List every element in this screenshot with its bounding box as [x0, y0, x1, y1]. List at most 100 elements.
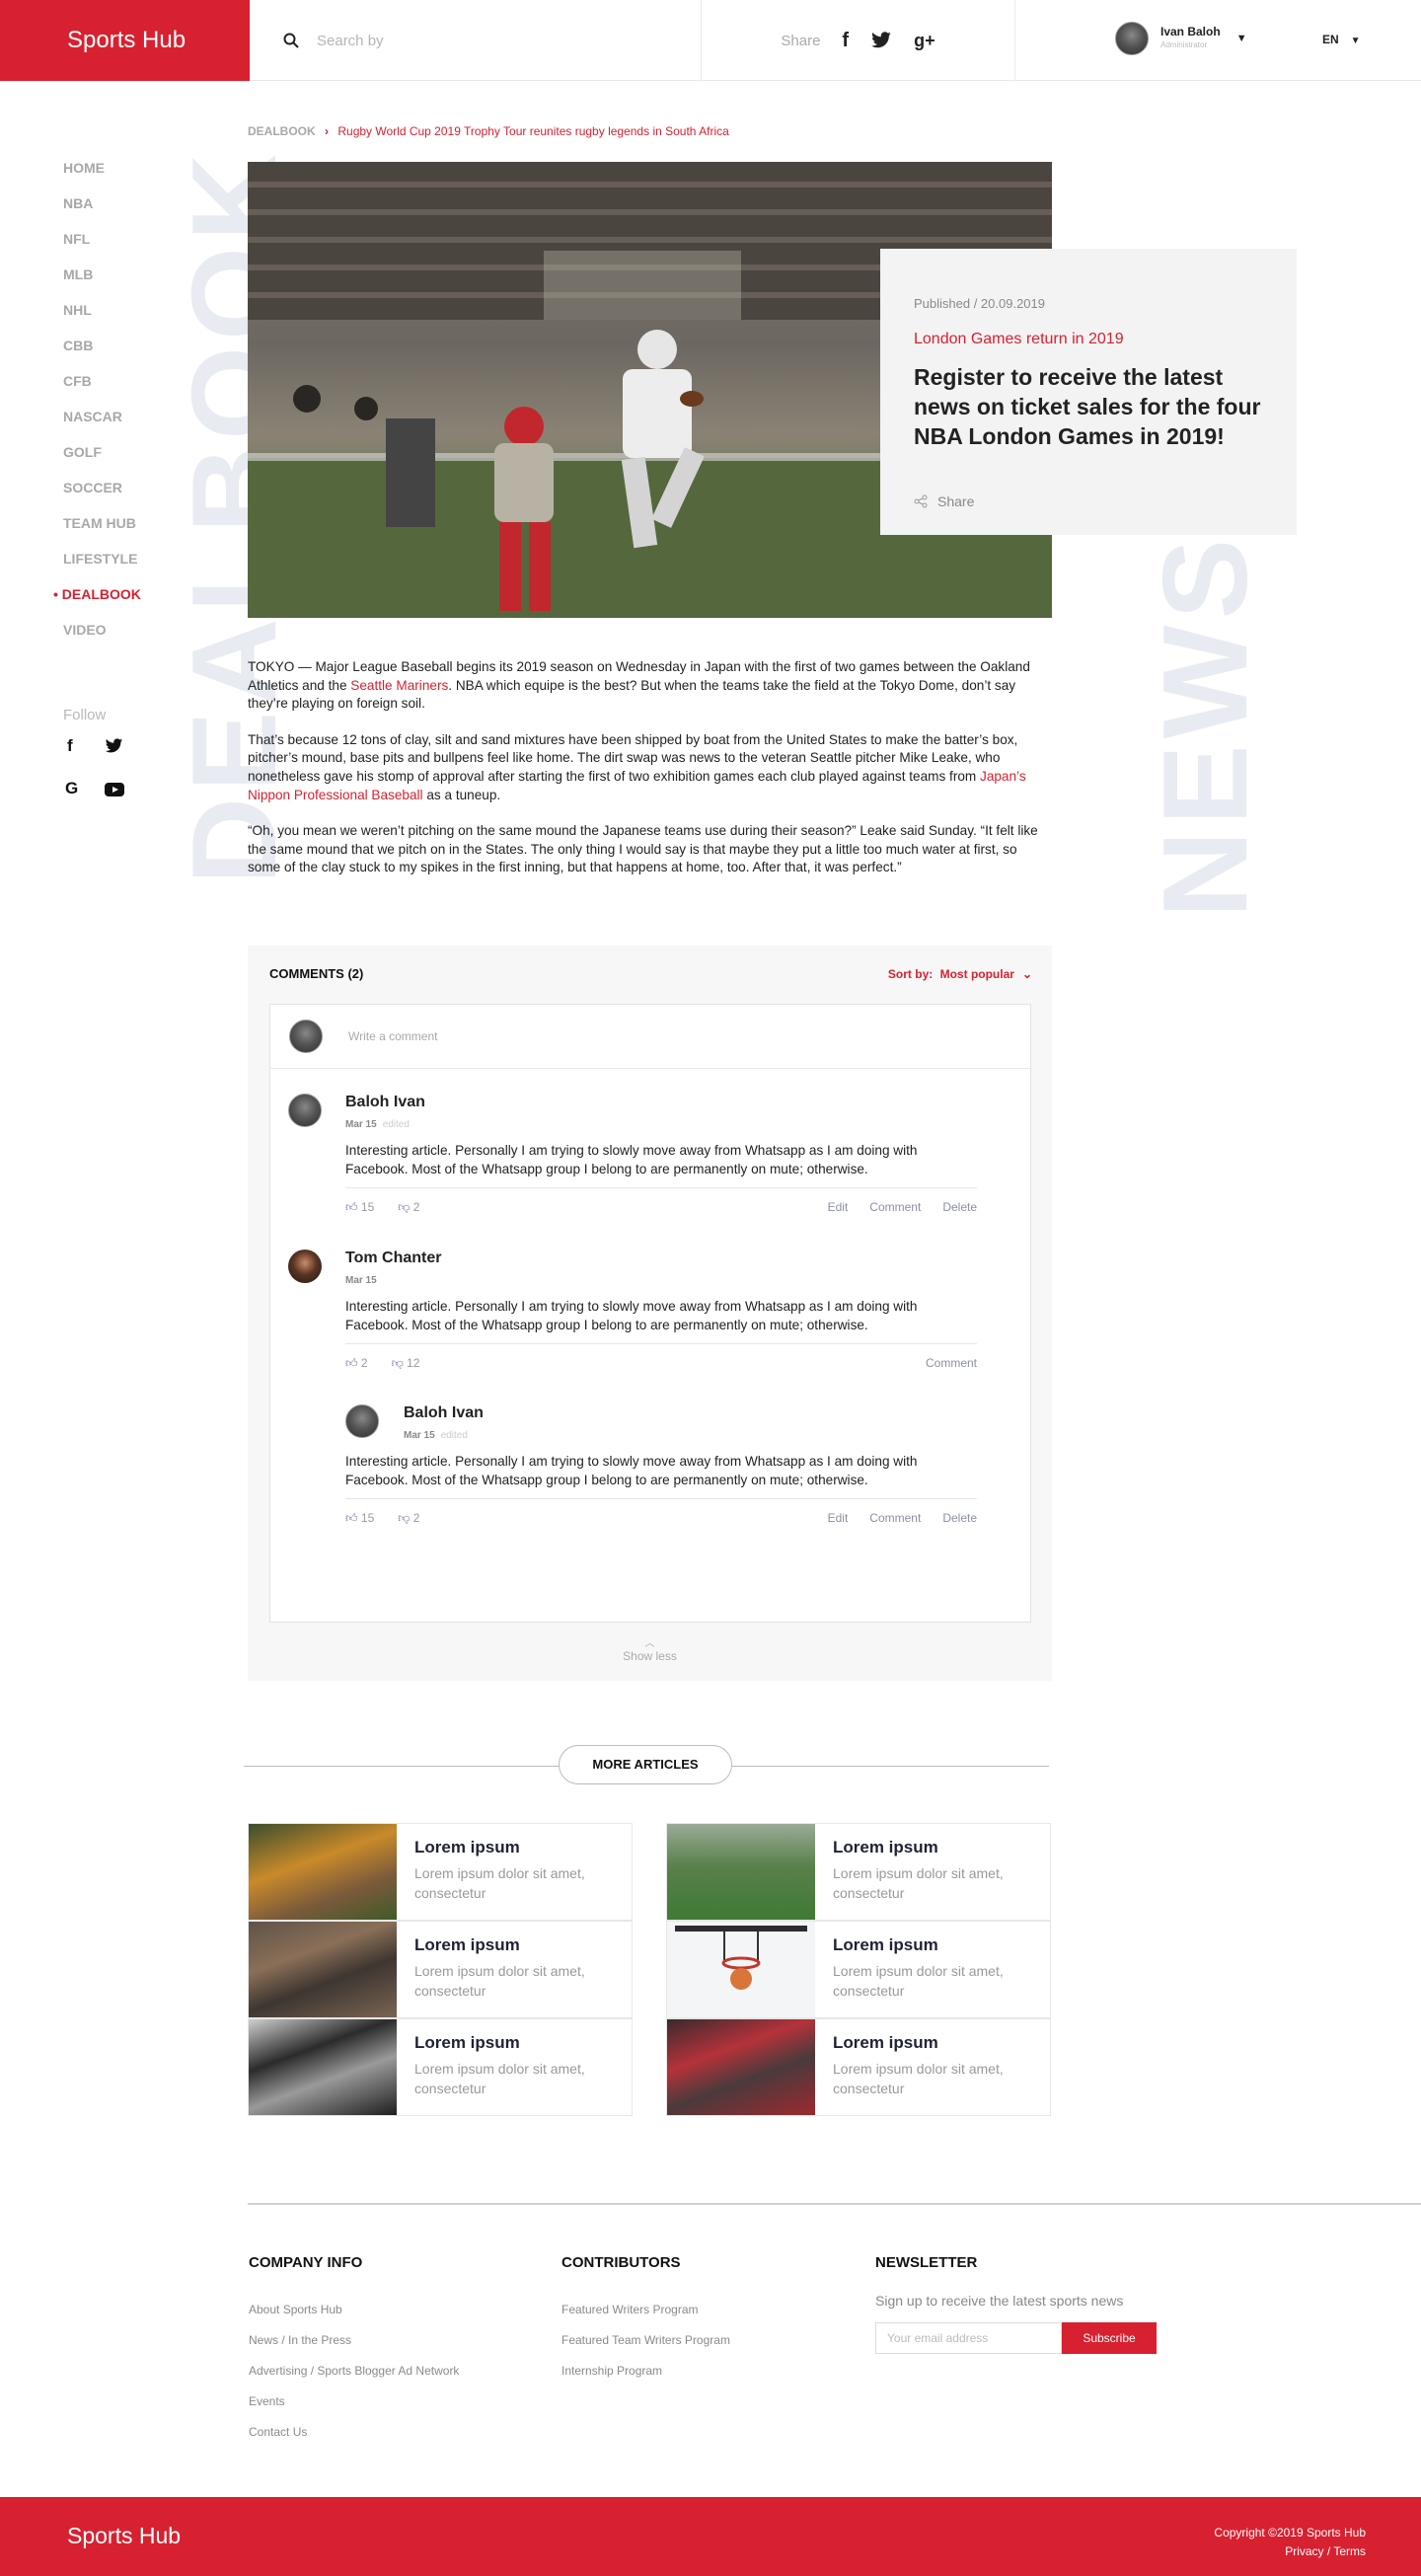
- dislike-count: 12: [407, 1356, 420, 1370]
- comment-author[interactable]: Tom Chanter: [345, 1250, 441, 1267]
- share-bar: Share f g+: [702, 0, 1015, 81]
- watermark-news: NEWS: [1138, 533, 1272, 918]
- article-link[interactable]: Seattle Mariners: [350, 678, 448, 693]
- avatar: [345, 1404, 379, 1438]
- reply-button[interactable]: Comment: [926, 1356, 977, 1370]
- article-title: Lorem ipsum: [833, 2033, 938, 2052]
- avatar: [289, 1020, 323, 1053]
- google-plus-icon[interactable]: g+: [914, 31, 935, 51]
- article-thumbnail: [249, 1922, 397, 2017]
- chevron-up-icon: ︿: [644, 1638, 655, 1649]
- privacy-terms-link[interactable]: Privacy / Terms: [1214, 2542, 1366, 2561]
- article-card[interactable]: Lorem ipsum Lorem ipsum dolor sit amet, …: [248, 2018, 633, 2116]
- comment-text: Interesting article. Personally I am try…: [345, 1143, 918, 1176]
- footer-link[interactable]: Advertising / Sports Blogger Ad Network: [249, 2364, 459, 2378]
- footer-heading: CONTRIBUTORS: [561, 2254, 681, 2271]
- sidebar-item-golf[interactable]: GOLF: [63, 442, 141, 478]
- featured-card[interactable]: Published / 20.09.2019 London Games retu…: [880, 249, 1297, 535]
- sidebar-item-team-hub[interactable]: TEAM HUB: [63, 513, 141, 549]
- dislike-button[interactable]: 👎︎ 12: [392, 1356, 420, 1371]
- header: Sports Hub Search by Share f g+ Ivan Bal…: [0, 0, 1421, 81]
- breadcrumb-parent[interactable]: DEALBOOK: [248, 124, 316, 138]
- twitter-icon[interactable]: [870, 32, 892, 49]
- comment-author[interactable]: Baloh Ivan: [404, 1404, 484, 1422]
- sidebar-item-video[interactable]: VIDEO: [63, 620, 141, 655]
- footer-link[interactable]: News / In the Press: [249, 2333, 351, 2347]
- article-card[interactable]: Lorem ipsum Lorem ipsum dolor sit amet, …: [666, 2018, 1051, 2116]
- divider: [345, 1187, 977, 1188]
- search-input[interactable]: Search by: [317, 33, 384, 49]
- footer-link[interactable]: Events: [249, 2394, 285, 2408]
- more-articles-button[interactable]: MORE ARTICLES: [559, 1745, 732, 1784]
- share-label: Share: [781, 32, 821, 49]
- footer-logo[interactable]: Sports Hub: [67, 2523, 181, 2549]
- sidebar-item-soccer[interactable]: SOCCER: [63, 478, 141, 513]
- edit-button[interactable]: Edit: [828, 1511, 849, 1525]
- dislike-count: 2: [412, 1511, 420, 1525]
- user-name: Ivan Baloh: [1160, 25, 1221, 38]
- delete-button[interactable]: Delete: [942, 1200, 977, 1214]
- footer-heading: NEWSLETTER: [875, 2254, 978, 2271]
- sort-dropdown[interactable]: Sort by: Most popular ⌄: [888, 967, 1032, 981]
- write-comment[interactable]: Write a comment: [270, 1005, 1030, 1069]
- reply-button[interactable]: Comment: [869, 1200, 921, 1214]
- sidebar-item-mlb[interactable]: MLB: [63, 265, 141, 300]
- article-thumbnail: [667, 1824, 815, 1920]
- dislike-button[interactable]: 👎︎ 2: [398, 1511, 419, 1526]
- basketball-hoop-photo: [675, 1926, 807, 1990]
- article-card[interactable]: Lorem ipsum Lorem ipsum dolor sit amet, …: [666, 1823, 1051, 1921]
- sidebar-item-nascar[interactable]: NASCAR: [63, 407, 141, 442]
- footer-link[interactable]: About Sports Hub: [249, 2303, 342, 2316]
- facebook-icon[interactable]: f: [842, 30, 849, 52]
- published-date: Published / 20.09.2019: [914, 296, 1045, 311]
- search-bar[interactable]: Search by: [250, 0, 702, 81]
- sidebar-item-cbb[interactable]: CBB: [63, 336, 141, 371]
- card-category[interactable]: London Games return in 2019: [914, 331, 1263, 348]
- article-description: Lorem ipsum dolor sit amet, consectetur: [833, 2061, 1004, 2096]
- footer-link[interactable]: Internship Program: [561, 2364, 662, 2378]
- article-card[interactable]: Lorem ipsum Lorem ipsum dolor sit amet, …: [248, 1921, 633, 2018]
- delete-button[interactable]: Delete: [942, 1511, 977, 1525]
- sidebar-item-cfb[interactable]: CFB: [63, 371, 141, 407]
- comment-input[interactable]: Write a comment: [348, 1029, 437, 1043]
- sort-value: Most popular: [939, 967, 1014, 981]
- youtube-icon[interactable]: [105, 783, 124, 796]
- article-thumbnail: [249, 1824, 397, 1920]
- article-description: Lorem ipsum dolor sit amet, consectetur: [414, 1963, 585, 1999]
- twitter-icon[interactable]: [105, 738, 123, 754]
- like-count: 15: [360, 1200, 375, 1214]
- article-title: Lorem ipsum: [833, 1935, 938, 1954]
- like-button[interactable]: 👍︎ 2: [345, 1356, 368, 1371]
- reply-button[interactable]: Comment: [869, 1511, 921, 1525]
- dislike-button[interactable]: 👎︎ 2: [398, 1200, 419, 1215]
- sidebar-item-dealbook[interactable]: • DEALBOOK: [53, 584, 141, 620]
- footer-link[interactable]: Contact Us: [249, 2425, 307, 2439]
- facebook-icon[interactable]: f: [67, 736, 73, 756]
- edited-label: edited: [382, 1119, 410, 1130]
- subscribe-button[interactable]: Subscribe: [1062, 2322, 1157, 2354]
- sidebar-item-nfl[interactable]: NFL: [63, 229, 141, 265]
- card-headline[interactable]: Register to receive the latest news on t…: [914, 362, 1263, 451]
- card-share[interactable]: Share: [914, 493, 974, 509]
- google-icon[interactable]: G: [65, 779, 78, 798]
- comments-title: COMMENTS (2): [269, 966, 364, 981]
- comment-author[interactable]: Baloh Ivan: [345, 1094, 425, 1111]
- sidebar-item-lifestyle[interactable]: LIFESTYLE: [63, 549, 141, 584]
- language-select[interactable]: EN ▼: [1322, 33, 1361, 46]
- article-title: Lorem ipsum: [414, 1935, 520, 1954]
- article-card[interactable]: Lorem ipsum Lorem ipsum dolor sit amet, …: [666, 1921, 1051, 2018]
- sidebar-item-nba[interactable]: NBA: [63, 193, 141, 229]
- chevron-down-icon[interactable]: ▼: [1236, 33, 1247, 44]
- like-button[interactable]: 👍︎ 15: [345, 1511, 374, 1526]
- logo[interactable]: Sports Hub: [0, 0, 250, 81]
- like-button[interactable]: 👍︎ 15: [345, 1200, 374, 1215]
- email-field[interactable]: Your email address: [875, 2322, 1062, 2354]
- footer-link[interactable]: Featured Writers Program: [561, 2303, 699, 2316]
- footer-link[interactable]: Featured Team Writers Program: [561, 2333, 730, 2347]
- article-card[interactable]: Lorem ipsum Lorem ipsum dolor sit amet, …: [248, 1823, 633, 1921]
- sidebar-item-home[interactable]: HOME: [63, 158, 141, 193]
- show-less-button[interactable]: ︿ Show less: [248, 1634, 1052, 1663]
- edit-button[interactable]: Edit: [828, 1200, 849, 1214]
- user-menu[interactable]: Ivan Baloh Administrator ▼: [1115, 22, 1247, 55]
- sidebar-item-nhl[interactable]: NHL: [63, 300, 141, 336]
